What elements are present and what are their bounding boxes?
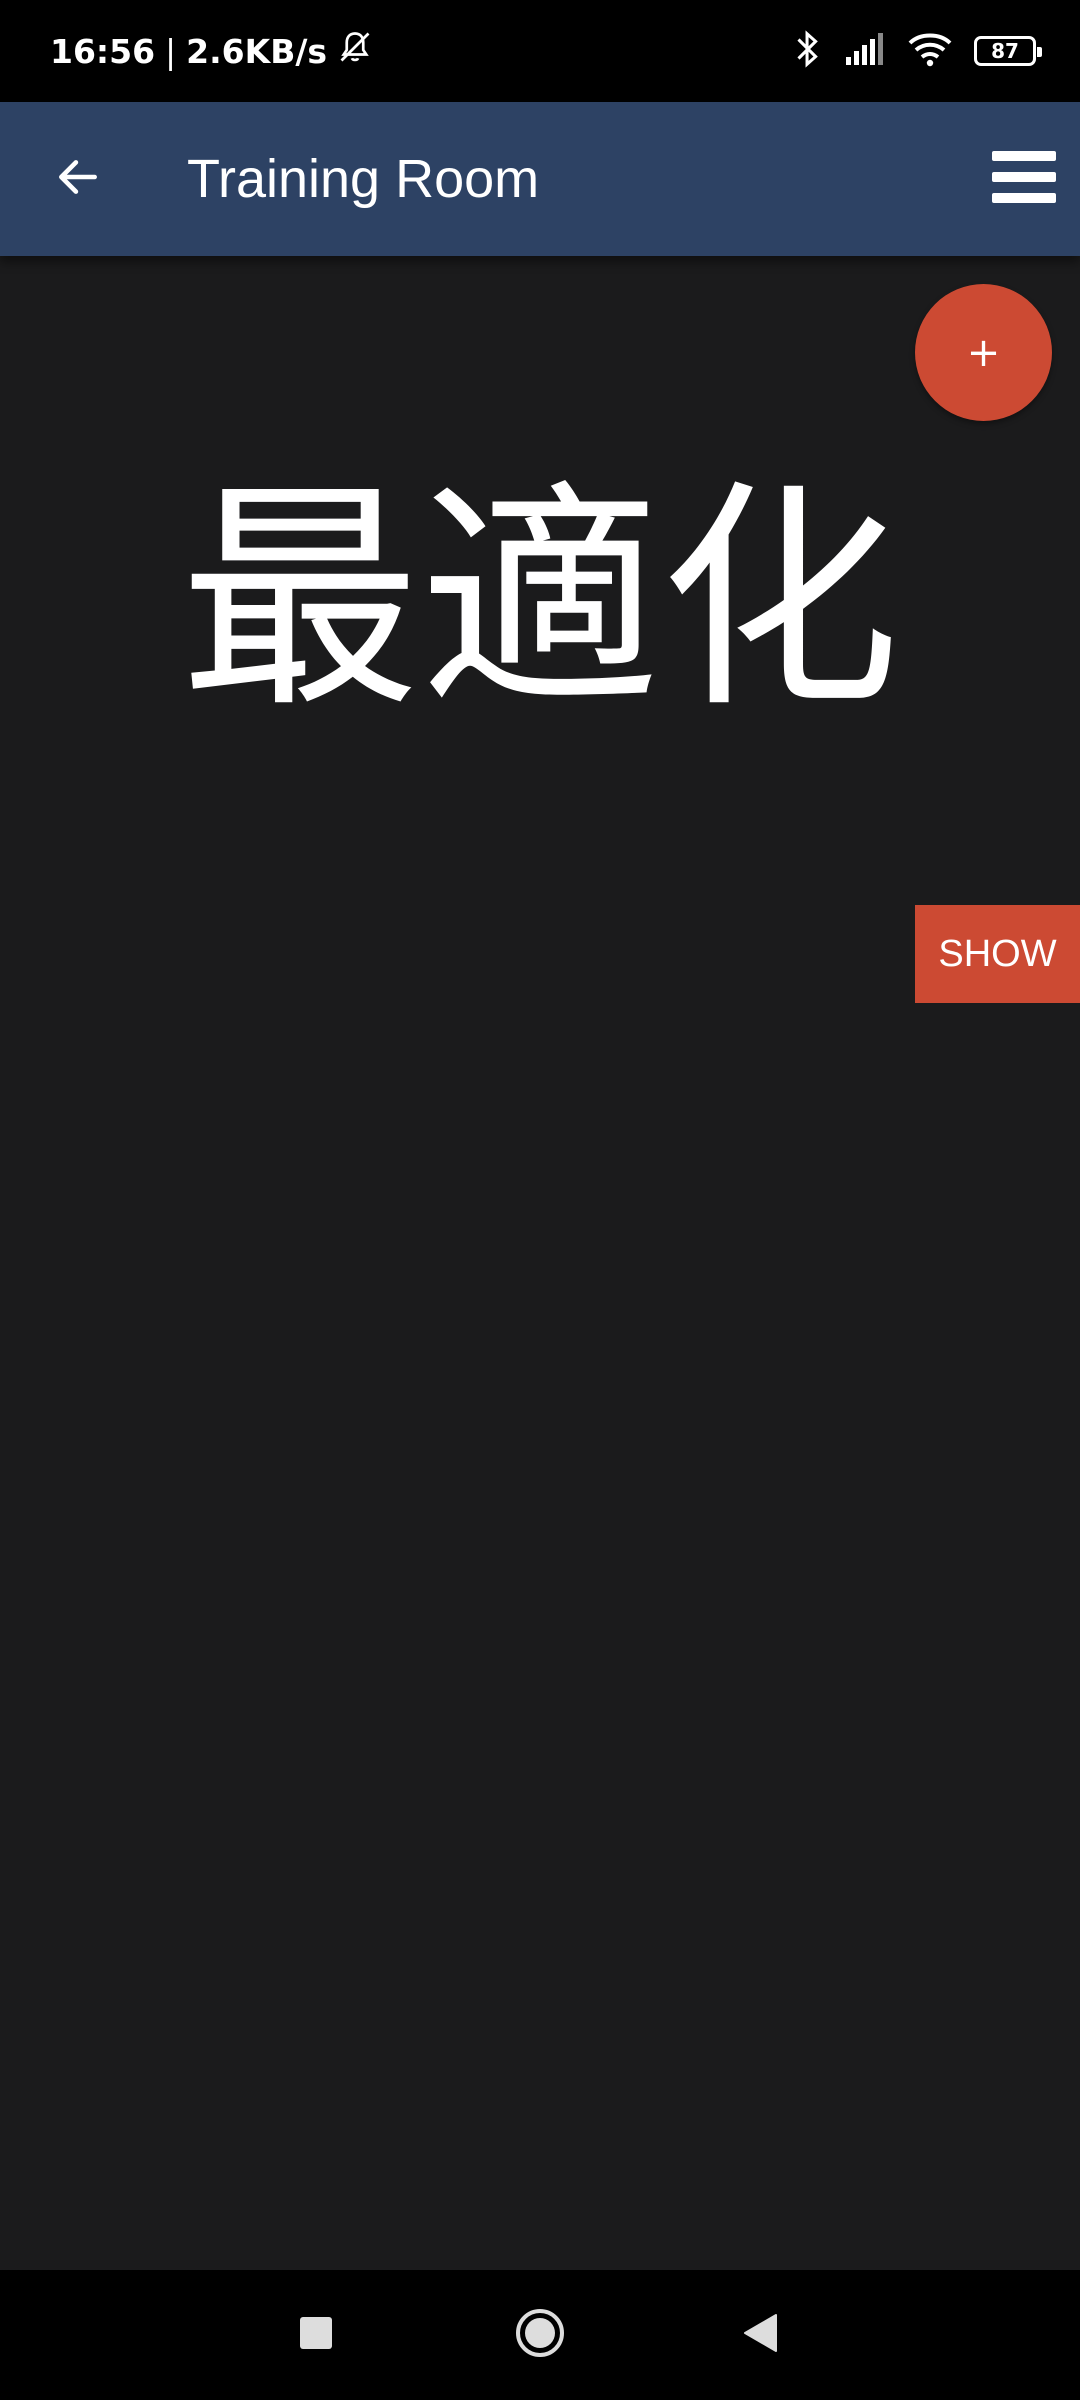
recents-button[interactable] — [281, 2300, 351, 2370]
status-separator: | — [165, 31, 177, 71]
status-time: 16:56 — [50, 31, 156, 71]
show-button[interactable]: SHOW — [915, 905, 1080, 1003]
arrow-back-icon — [53, 152, 103, 206]
status-right: 87 — [794, 0, 1042, 102]
home-circle-icon — [515, 2308, 565, 2362]
network-speed: 2.6KB/s — [186, 31, 328, 71]
hamburger-menu-icon — [992, 149, 1056, 209]
recents-square-icon — [299, 2316, 333, 2354]
bluetooth-icon — [794, 30, 822, 72]
back-button[interactable] — [38, 139, 118, 219]
battery-level: 87 — [991, 39, 1019, 63]
status-left: 16:56 | 2.6KB/s — [50, 0, 373, 102]
mute-notifications-icon — [337, 29, 373, 73]
app-bar: Training Room — [0, 102, 1080, 256]
back-triangle-icon — [742, 2313, 778, 2357]
nav-back-button[interactable] — [725, 2300, 795, 2370]
study-word: 最適化 — [179, 460, 900, 740]
home-button[interactable] — [505, 2300, 575, 2370]
menu-button[interactable] — [984, 139, 1064, 219]
page-title: Training Room — [187, 149, 540, 209]
plus-icon: + — [966, 329, 1001, 376]
wifi-icon — [908, 31, 952, 71]
signal-icon — [844, 33, 886, 69]
battery-icon: 87 — [974, 36, 1042, 66]
system-nav-bar — [0, 2270, 1080, 2400]
add-fab-button[interactable]: + — [915, 284, 1052, 421]
status-bar: 16:56 | 2.6KB/s 87 — [0, 0, 1080, 102]
